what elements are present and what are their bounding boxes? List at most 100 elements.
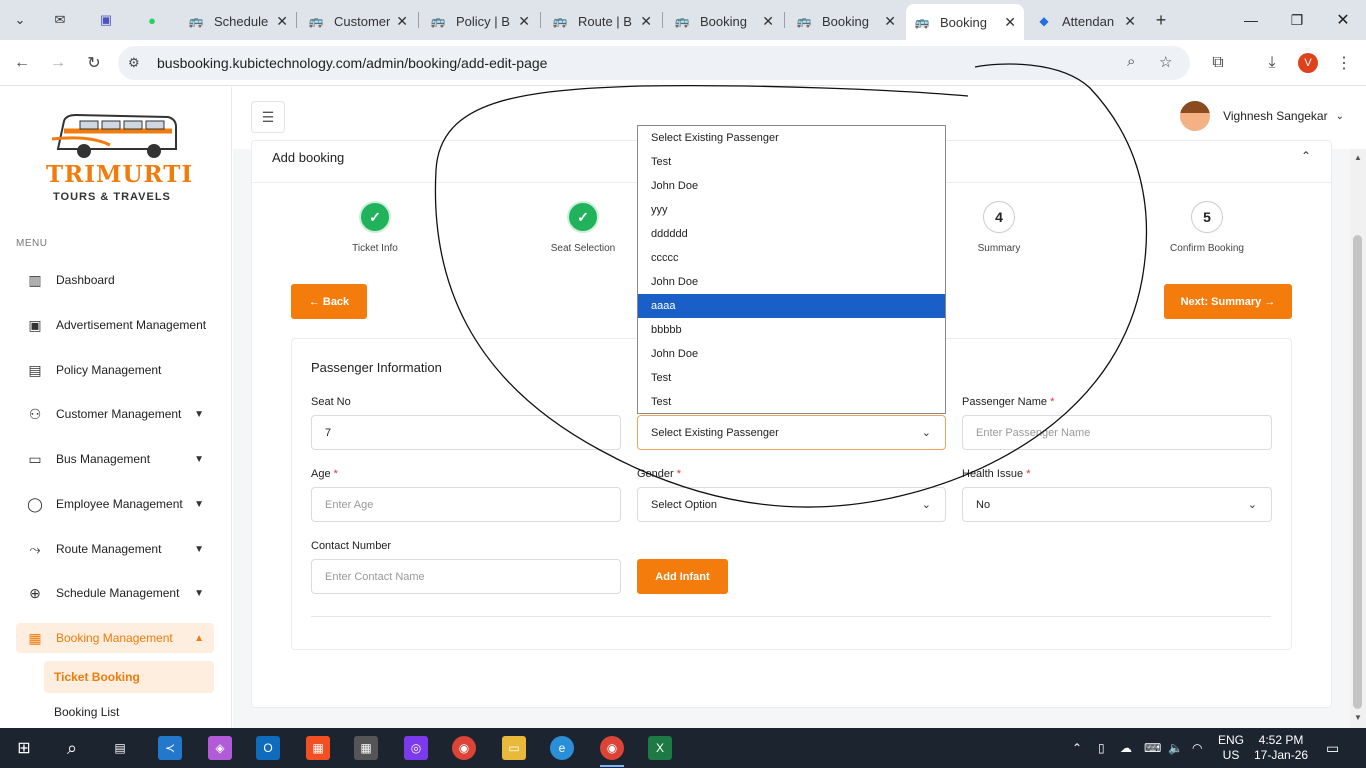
tab-schedule[interactable]: 🚌 Schedule ✕ [180,6,296,36]
chrome-icon[interactable]: ◉ [452,736,476,760]
age-input[interactable]: Enter Age [311,487,621,522]
chevron-up-icon[interactable]: ⌃ [1301,149,1311,163]
ime-icon[interactable]: ⌨ [1144,728,1161,768]
windows-start-icon[interactable]: ⊞ [12,736,36,760]
show-hidden-icons[interactable]: ⌃ [1072,728,1082,768]
sidebar-item-customer[interactable]: ⚇ Customer Management ▼ [16,399,214,429]
whatsapp-icon[interactable]: ● [140,8,164,32]
site-info-icon[interactable]: ⚙ [128,55,140,71]
language-indicator[interactable]: ENG US [1218,733,1244,763]
dropdown-option[interactable]: bbbbb [638,318,945,342]
page-scrollbar[interactable]: ▲ ▼ [1350,149,1366,728]
gender-select[interactable]: Select Option ⌄ [637,487,946,522]
dropdown-option[interactable]: John Doe [638,270,945,294]
profile-avatar[interactable]: V [1298,53,1318,73]
dropdown-option[interactable]: Select Existing Passenger [638,126,945,150]
task-view-icon[interactable]: ▤ [108,736,132,760]
close-icon[interactable]: ✕ [396,13,408,30]
tab-route[interactable]: 🚌 Route | B ✕ [544,6,660,36]
store-icon[interactable]: ▦ [306,736,330,760]
close-icon[interactable]: ✕ [518,13,530,30]
browser-menu-icon[interactable]: ⋮ [1332,51,1356,75]
contact-number-input[interactable]: Enter Contact Name [311,559,621,594]
sidebar-item-employee[interactable]: ◯ Employee Management ▼ [16,489,214,519]
minimize-icon[interactable]: — [1236,8,1266,32]
teams-icon[interactable]: ▣ [94,8,118,32]
tab-attendance[interactable]: ◆ Attendan ✕ [1028,6,1144,36]
zoom-icon[interactable]: ⌕ [1127,53,1135,70]
tab-policy[interactable]: 🚌 Policy | B ✕ [422,6,538,36]
sidebar-item-bus[interactable]: ▭ Bus Management ▼ [16,444,214,474]
reload-icon[interactable]: ↻ [82,51,106,75]
passenger-name-input[interactable]: Enter Passenger Name [962,415,1272,450]
back-icon[interactable]: ← [10,51,34,75]
dropdown-option[interactable]: aaaa [638,294,945,318]
bookmark-star-icon[interactable]: ☆ [1159,53,1172,71]
notifications-icon[interactable]: ▭ [1326,728,1339,768]
scroll-up-icon[interactable]: ▲ [1354,153,1362,162]
download-icon[interactable]: ⤓ [1260,51,1284,75]
close-icon[interactable]: ✕ [640,13,652,30]
close-icon[interactable]: ✕ [1004,14,1016,31]
dropdown-option[interactable]: yyy [638,198,945,222]
dropdown-option[interactable]: John Doe [638,342,945,366]
dropdown-option[interactable]: Test [638,366,945,390]
scroll-down-icon[interactable]: ▼ [1354,713,1362,722]
close-icon[interactable]: ✕ [1124,13,1136,30]
network-device-icon[interactable]: ▯ [1098,728,1105,768]
back-button[interactable]: ← Back [291,284,367,319]
tab-booking-active[interactable]: 🚌 Booking ✕ [906,4,1024,40]
sidebar-item-advertisement[interactable]: ▣ Advertisement Management [16,310,214,340]
restore-icon[interactable]: ❐ [1282,8,1312,32]
health-issue-select[interactable]: No ⌄ [962,487,1272,522]
search-icon[interactable]: ⌕ [60,736,84,760]
dropdown-option[interactable]: ccccc [638,246,945,270]
outlook-icon[interactable]: ✉ [48,8,72,32]
sidebar-subitem-booking-list[interactable]: Booking List [44,696,214,728]
sidebar-subitem-ticket-booking[interactable]: Ticket Booking [44,661,214,693]
tab-search-icon[interactable]: ⌄ [8,8,32,32]
calculator-icon[interactable]: ▦ [354,736,378,760]
wifi-icon[interactable]: ◠ [1192,728,1202,768]
sidebar-item-policy[interactable]: ▤ Policy Management [16,355,214,385]
scrollbar-thumb[interactable] [1353,235,1362,709]
clock[interactable]: 4:52 PM 17-Jan-26 [1254,733,1308,763]
dropdown-option[interactable]: Test [638,390,945,414]
sidebar-item-schedule[interactable]: ⊕ Schedule Management ▼ [16,578,214,608]
close-icon[interactable]: ✕ [884,13,896,30]
app-icon[interactable]: ◎ [404,736,428,760]
file-explorer-icon[interactable]: ▭ [502,736,526,760]
tab-booking-1[interactable]: 🚌 Booking ✕ [666,6,782,36]
dropdown-option[interactable]: John Doe [638,174,945,198]
seat-no-field[interactable]: 7 [311,415,621,450]
window-close-icon[interactable]: ✕ [1328,8,1358,32]
next-summary-button[interactable]: Next: Summary → [1164,284,1292,319]
vscode-icon[interactable]: ≺ [158,736,182,760]
cloud-icon[interactable]: ☁ [1120,728,1132,768]
extensions-icon[interactable]: ⧉ [1206,51,1230,75]
sidebar-item-route[interactable]: ⤳ Route Management ▼ [16,534,214,564]
url-text[interactable]: busbooking.kubictechnology.com/admin/boo… [157,55,547,71]
sidebar-item-dashboard[interactable]: ▥ Dashboard [16,265,214,295]
omnibox[interactable]: ⚙ busbooking.kubictechnology.com/admin/b… [118,46,1190,80]
edge-icon[interactable]: e [550,736,574,760]
sidebar-item-booking[interactable]: ▦ Booking Management ▲ [16,623,214,653]
existing-passenger-select[interactable]: Select Existing Passenger ⌄ [637,415,946,450]
excel-icon[interactable]: X [648,736,672,760]
tab-customer[interactable]: 🚌 Customer ✕ [300,6,416,36]
outlook-app-icon[interactable]: O [256,736,280,760]
menu-toggle-icon[interactable]: ☰ [251,101,285,133]
tab-booking-2[interactable]: 🚌 Booking ✕ [788,6,904,36]
user-menu[interactable]: Vighnesh Sangekar ⌄ [1180,101,1344,131]
forward-icon[interactable]: → [46,51,70,75]
volume-icon[interactable]: 🔈 [1168,728,1183,768]
dropdown-option[interactable]: Test [638,150,945,174]
close-icon[interactable]: ✕ [276,13,288,30]
new-tab-icon[interactable]: + [1149,8,1173,32]
add-infant-button[interactable]: Add Infant [637,559,728,594]
copilot-icon[interactable]: ◈ [208,736,232,760]
dropdown-option[interactable]: dddddd [638,222,945,246]
sidebar-item-label: Customer Management [56,407,182,421]
chrome-active-icon[interactable]: ◉ [600,736,624,760]
close-icon[interactable]: ✕ [762,13,774,30]
